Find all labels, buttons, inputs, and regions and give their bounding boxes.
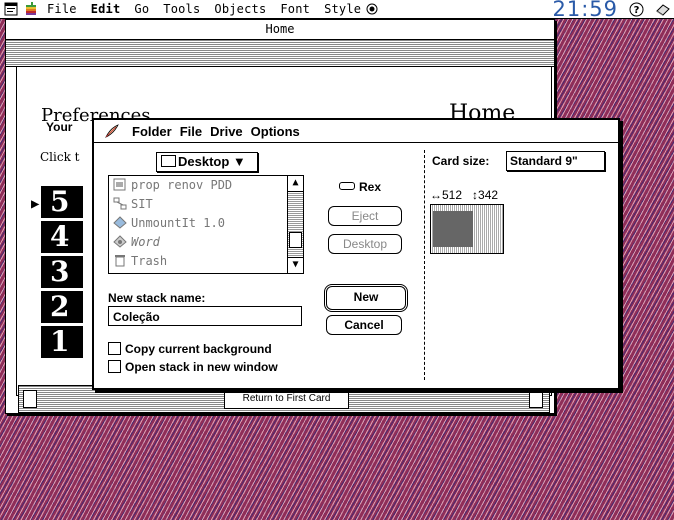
new-stack-name-label: New stack name:: [108, 291, 206, 305]
disk-icon: [339, 182, 355, 190]
card-size-popup[interactable]: Standard 9": [506, 151, 605, 171]
user-level-3[interactable]: 3: [41, 256, 83, 288]
card-width: ↔512: [430, 188, 463, 202]
eye-icon[interactable]: [366, 3, 378, 15]
scroll-thumb[interactable]: [289, 232, 302, 248]
checkbox-box[interactable]: [108, 360, 121, 373]
selected-level-pointer-icon: ▶: [31, 196, 40, 212]
list-item[interactable]: UnmountIt 1.0: [109, 214, 303, 233]
card-height: ↕342: [472, 188, 499, 202]
new-button[interactable]: New: [324, 284, 408, 312]
copy-background-checkbox[interactable]: Copy current background: [108, 342, 272, 356]
menu-go[interactable]: Go: [127, 2, 156, 16]
folder-popup-menu[interactable]: Desktop ▼: [156, 152, 258, 172]
app-icon: [113, 216, 127, 229]
dialog-menu-options[interactable]: Options: [247, 124, 304, 139]
word-icon: [113, 235, 127, 248]
help-icon[interactable]: ?: [629, 2, 644, 17]
new-stack-dialog: Folder File Drive Options Desktop ▼ prop…: [92, 118, 620, 390]
previous-card-button[interactable]: [23, 390, 37, 408]
card-size-preview[interactable]: [430, 204, 504, 254]
card-size-label: Card size:: [432, 154, 490, 168]
header-stripes: [6, 40, 554, 67]
user-level-1[interactable]: 1: [41, 326, 83, 358]
network-icon: [113, 197, 127, 210]
menu-objects[interactable]: Objects: [207, 2, 273, 16]
feather-icon: [105, 124, 119, 138]
volume-name: Rex: [339, 180, 381, 194]
trash-icon: [115, 255, 125, 267]
user-level-4[interactable]: 4: [41, 221, 83, 253]
desktop-button[interactable]: Desktop: [328, 234, 402, 254]
eject-button[interactable]: Eject: [328, 206, 402, 226]
menu-font[interactable]: Font: [273, 2, 317, 16]
menu-bar: File Edit Go Tools Objects Font Style 21…: [0, 0, 674, 21]
user-level-5[interactable]: 5: [41, 186, 83, 218]
scroll-up-arrow-icon[interactable]: ▲: [288, 176, 303, 192]
checkbox-box[interactable]: [108, 342, 121, 355]
menu-style[interactable]: Style: [317, 2, 368, 16]
new-stack-name-field[interactable]: Coleção: [108, 306, 302, 326]
menu-tools[interactable]: Tools: [156, 2, 207, 16]
your-label: Your: [46, 120, 73, 134]
application-menu-icon[interactable]: [655, 2, 670, 17]
menubar-clock: 21:59: [552, 0, 618, 21]
list-item[interactable]: SIT: [109, 195, 303, 214]
file-list[interactable]: prop renov PDD SIT UnmountIt 1.0 Word Tr…: [108, 175, 304, 274]
apple-menu-icon[interactable]: [24, 2, 38, 16]
file-list-scrollbar[interactable]: ▲ ▼: [287, 176, 303, 273]
dialog-menu-folder[interactable]: Folder: [128, 124, 176, 139]
return-to-first-card-button[interactable]: Return to First Card: [224, 390, 349, 409]
menu-file[interactable]: File: [40, 2, 84, 16]
click-instruction: Click t: [40, 150, 80, 164]
dialog-menu-file[interactable]: File: [176, 124, 206, 139]
list-item[interactable]: prop renov PDD: [109, 176, 303, 195]
open-new-window-checkbox[interactable]: Open stack in new window: [108, 360, 278, 374]
svg-text:?: ?: [634, 5, 640, 16]
scroll-down-arrow-icon[interactable]: ▼: [288, 257, 303, 273]
next-card-button[interactable]: [529, 390, 543, 408]
stack-icon: [113, 178, 126, 191]
user-level-2[interactable]: 2: [41, 291, 83, 323]
list-item[interactable]: Word: [109, 233, 303, 252]
folder-popup-label: Desktop: [178, 154, 230, 169]
user-level-column: 5 4 3 2 1: [41, 186, 83, 361]
dialog-menu-drive[interactable]: Drive: [206, 124, 247, 139]
menu-edit[interactable]: Edit: [84, 2, 128, 16]
divider: [424, 150, 425, 380]
window-title[interactable]: Home: [6, 20, 554, 40]
dialog-menu-bar: Folder File Drive Options: [94, 120, 618, 143]
desktop-icon: [161, 155, 176, 167]
list-item[interactable]: Trash: [109, 252, 303, 271]
card-dimensions: ↔512 ↕342: [430, 188, 498, 202]
switcher-icon[interactable]: [4, 2, 18, 16]
cancel-button[interactable]: Cancel: [326, 315, 402, 335]
preview-card-area: [433, 211, 473, 247]
